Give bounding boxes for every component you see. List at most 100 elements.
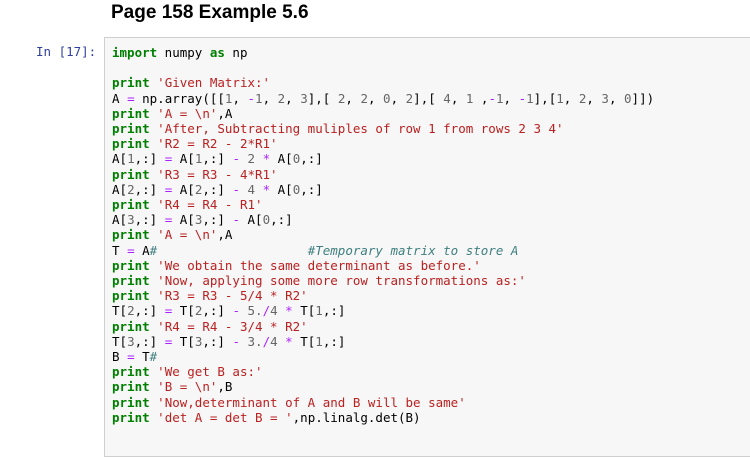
code-token: ,:] (134, 303, 165, 319)
code-token: 1 (255, 90, 263, 106)
code-token: ,:] (134, 333, 165, 349)
code-token: print (112, 364, 150, 380)
code-token: 'We obtain the same determinant as befor… (157, 257, 481, 273)
code-line: A[3,:] = A[3,:] - A[0,:] (112, 212, 654, 227)
code-line: print 'After, Subtracting muliples of ro… (112, 121, 654, 136)
code-token: T[ (292, 303, 316, 319)
code-line: import numpy as np (112, 45, 654, 60)
code-token: - (518, 90, 527, 106)
code-token: T (112, 242, 128, 258)
code-line: print 'We obtain the same determinant as… (112, 258, 654, 273)
code-token: B (112, 349, 128, 365)
code-token: A (134, 242, 150, 258)
code-token: 2 (127, 181, 135, 197)
code-token: np.array([[ (134, 90, 225, 106)
code-line: T = A# #Temporary matrix to store A (112, 243, 654, 258)
code-token: - (488, 90, 496, 106)
code-token: T (134, 349, 150, 365)
code-token: 1 (496, 90, 504, 106)
code-token: print (112, 273, 150, 289)
code-token: ,:] (270, 212, 293, 228)
code-line: T[2,:] = T[2,:] - 5./4 * T[1,:] (112, 303, 654, 318)
code-token: 4 (443, 90, 451, 106)
code-token: - (232, 333, 240, 349)
code-token: / (262, 333, 271, 349)
code-token: ],[ (413, 90, 444, 106)
code-token: 0 (624, 90, 632, 106)
code-token: = (127, 349, 135, 365)
code-token: - (247, 90, 256, 106)
code-token: A[ (172, 212, 195, 228)
code-token: print (112, 379, 150, 395)
code-token: 1 (556, 90, 564, 106)
code-token: * (285, 333, 293, 349)
code-token: ,A (217, 105, 233, 121)
code-token: / (262, 303, 271, 319)
code-token: 'A = \n' (157, 105, 218, 121)
code-token: 4 (270, 303, 278, 319)
code-token: print (112, 136, 150, 152)
code-cell[interactable]: import numpy as np print 'Given Matrix:'… (104, 37, 750, 457)
code-token: T[ (112, 333, 128, 349)
code-token: , (345, 90, 361, 106)
code-token: - (232, 181, 240, 197)
code-line: print 'R3 = R3 - 5/4 * R2' (112, 288, 654, 303)
code-token: ,:] (322, 303, 346, 319)
code-token: 4 (270, 333, 278, 349)
code-token: 2 (127, 303, 135, 319)
code-token: 2 (360, 90, 368, 106)
code-token: ,B (217, 379, 233, 395)
code-token: , (262, 90, 278, 106)
code-token: 'R4 = R4 - 3/4 * R2' (157, 318, 308, 334)
code-token: , (503, 90, 519, 106)
code-token: # (149, 349, 158, 365)
code-token: - (232, 212, 240, 228)
code-token: ],[ (307, 90, 338, 106)
code-token: as (209, 45, 225, 60)
code-token: 'det A = det B = ' (157, 409, 293, 425)
code-token: , (367, 90, 384, 106)
code-token: ,np.linalg.det(B) (292, 409, 421, 425)
code-token: 'R4 = R4 - R1' (157, 197, 263, 213)
code-line: print 'Now,determinant of A and B will b… (112, 395, 654, 410)
code-token: 5. (247, 303, 263, 319)
code-token: ,:] (202, 333, 233, 349)
code-token: , (232, 90, 248, 106)
code-line: print 'A = \n',A (112, 227, 654, 242)
code-token: ,A (217, 227, 233, 243)
code-token: , (473, 90, 489, 106)
code-token: * (262, 181, 271, 197)
code-token: print (112, 227, 150, 243)
code-token: 1 (526, 90, 534, 106)
code-line: A = np.array([[1, -1, 2, 3],[ 2, 2, 0, 2… (112, 91, 654, 106)
code-token: print (112, 318, 150, 334)
code-token: T[ (172, 333, 195, 349)
code-token: A[ (239, 212, 263, 228)
code-token: A[ (172, 151, 195, 167)
code-token: import (112, 45, 158, 60)
code-token: 'R3 = R3 - 4*R1' (157, 166, 278, 182)
code-token: print (112, 197, 150, 213)
code-token: ,:] (202, 151, 233, 167)
code-token: ,:] (202, 212, 233, 228)
code-token: 0 (262, 212, 271, 228)
code-token: 'B = \n' (157, 379, 218, 395)
code-token: print (112, 121, 150, 137)
code-token: 'Now,determinant of A and B will be same… (157, 394, 466, 410)
code-token: ,:] (300, 181, 323, 197)
code-token: print (112, 288, 150, 304)
code-token: 3 (601, 90, 609, 106)
code-token: A[ (172, 181, 195, 197)
code-token: ,:] (202, 181, 233, 197)
code-editor[interactable]: import numpy as np print 'Given Matrix:'… (112, 45, 654, 425)
code-line: print 'Given Matrix:' (112, 75, 654, 90)
code-token: , (586, 90, 602, 106)
code-token: numpy (157, 45, 210, 60)
code-token: * (262, 151, 271, 167)
code-token: print (112, 257, 150, 273)
code-line: print 'Now, applying some more row trans… (112, 273, 654, 288)
